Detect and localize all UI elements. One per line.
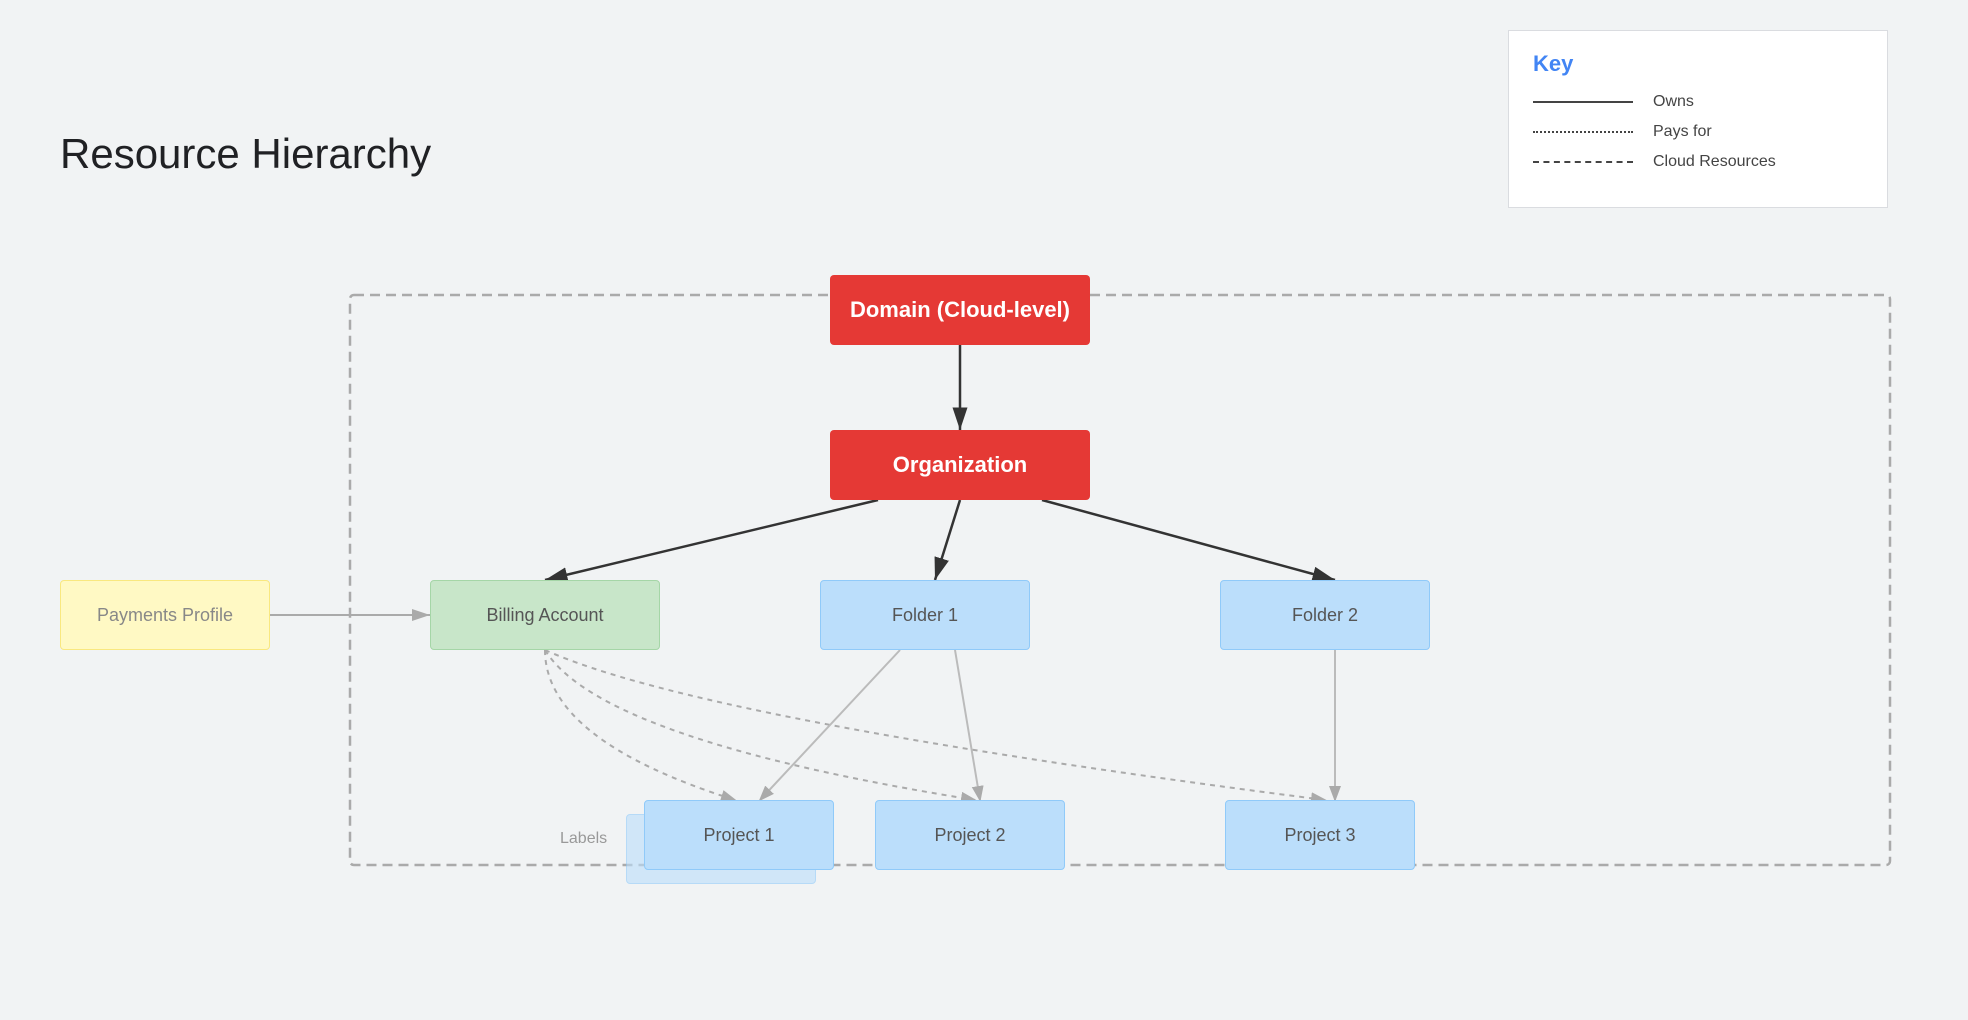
organization-node: Organization — [830, 430, 1090, 500]
connector-svg — [0, 100, 1968, 1020]
project3-node: Project 3 — [1225, 800, 1415, 870]
project1-node: Project 1 — [644, 800, 834, 870]
labels-text: Labels — [560, 830, 607, 848]
folder2-node: Folder 2 — [1220, 580, 1430, 650]
domain-node: Domain (Cloud-level) — [830, 275, 1090, 345]
folder1-node: Folder 1 — [820, 580, 1030, 650]
billing-account-node: Billing Account — [430, 580, 660, 650]
diagram: Domain (Cloud-level) Organization Billin… — [0, 100, 1968, 1020]
payments-profile-node: Payments Profile — [60, 580, 270, 650]
project2-node: Project 2 — [875, 800, 1065, 870]
key-heading: Key — [1533, 51, 1863, 77]
